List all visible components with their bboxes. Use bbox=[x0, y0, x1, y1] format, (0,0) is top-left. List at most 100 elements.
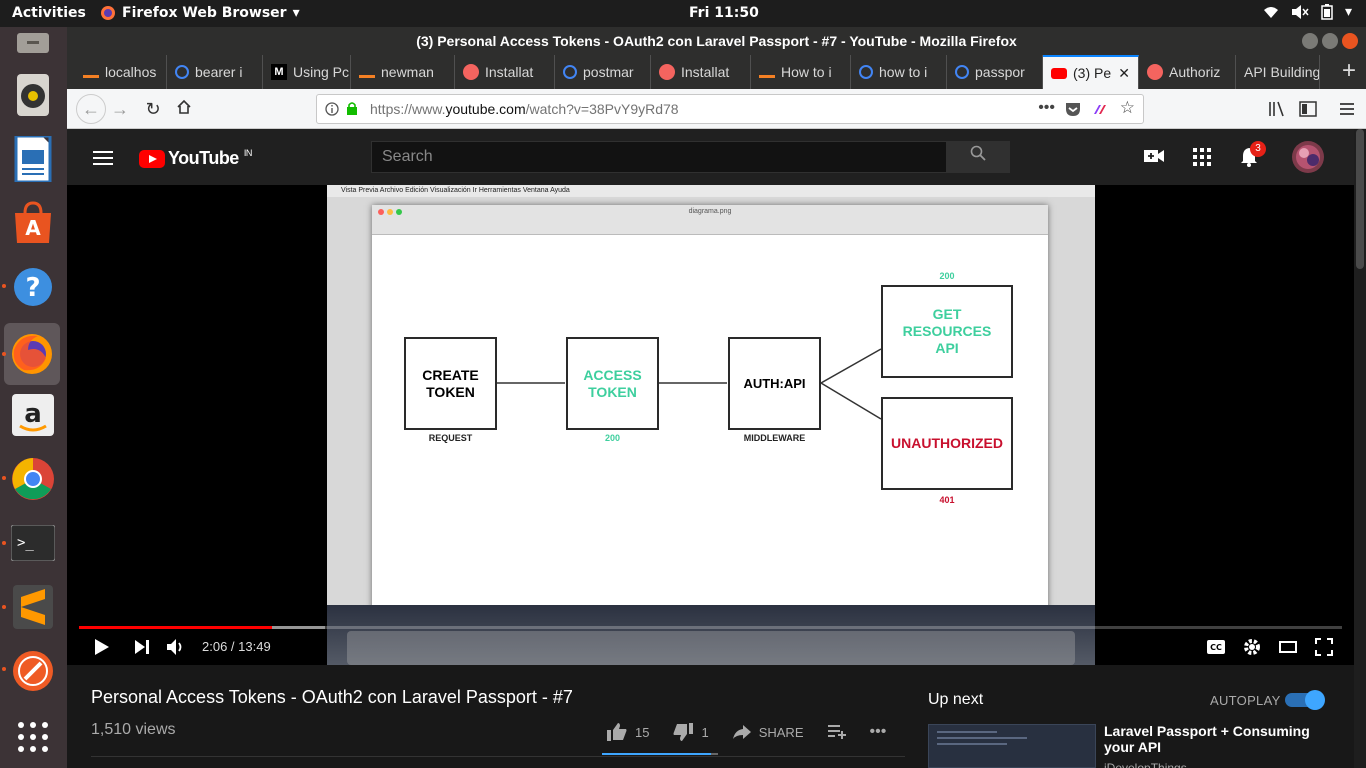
running-indicator bbox=[2, 605, 6, 609]
access-token-box: ACCESS TOKEN bbox=[566, 337, 659, 430]
google-icon bbox=[859, 65, 873, 79]
mute-button[interactable] bbox=[165, 637, 187, 657]
more-icon: ••• bbox=[869, 723, 887, 740]
avatar[interactable] bbox=[1292, 141, 1324, 173]
app-menu[interactable]: Firefox Web Browser ▾ bbox=[100, 5, 300, 21]
settings-button[interactable] bbox=[1241, 637, 1263, 657]
maximize-button[interactable] bbox=[1322, 33, 1338, 49]
chrome-launcher[interactable] bbox=[8, 453, 58, 505]
guide-menu-icon[interactable] bbox=[93, 150, 113, 166]
forward-button[interactable]: → bbox=[108, 97, 132, 121]
laravel-icon bbox=[1147, 64, 1163, 80]
page-scrollbar[interactable] bbox=[1354, 129, 1366, 768]
video-player[interactable]: Vista Previa Archivo Edición Visualizaci… bbox=[67, 185, 1354, 665]
new-tab-icon[interactable]: + bbox=[1342, 57, 1356, 85]
notification-badge: 3 bbox=[1250, 141, 1266, 157]
amazon-launcher[interactable]: a bbox=[8, 389, 58, 441]
youtube-logo[interactable]: YouTube IN bbox=[139, 148, 252, 169]
next-button[interactable] bbox=[131, 637, 153, 657]
postman-launcher[interactable] bbox=[8, 645, 58, 697]
close-button[interactable] bbox=[1342, 33, 1358, 49]
tab-1[interactable]: bearer i bbox=[167, 55, 263, 89]
home-icon bbox=[177, 99, 191, 114]
clock[interactable]: Fri 11:50 bbox=[689, 5, 759, 21]
rhythmbox-launcher[interactable] bbox=[8, 69, 58, 121]
chevron-down-icon: ▾ bbox=[1344, 4, 1352, 20]
sidebar-icon[interactable] bbox=[1299, 100, 1317, 118]
url-text: https://www.youtube.com/watch?v=38PvY9yR… bbox=[370, 101, 679, 117]
info-icon[interactable] bbox=[325, 102, 339, 116]
files-launcher[interactable] bbox=[8, 29, 58, 59]
tab-11[interactable]: Authoriz bbox=[1139, 55, 1236, 89]
back-button[interactable]: ← bbox=[76, 94, 106, 124]
pocket-icon[interactable] bbox=[1065, 102, 1081, 117]
apps-grid-icon[interactable] bbox=[1193, 148, 1211, 166]
tab-label: passpor bbox=[975, 64, 1025, 80]
library-icon[interactable] bbox=[1268, 100, 1286, 118]
sentiment-bar-dislike bbox=[711, 753, 718, 755]
tab-0[interactable]: localhos bbox=[75, 55, 167, 89]
tab-10[interactable]: (3) Pe ✕ bbox=[1043, 55, 1139, 89]
close-tab-icon[interactable]: ✕ bbox=[1118, 65, 1130, 82]
theater-mode-button[interactable] bbox=[1277, 637, 1299, 657]
sublime-launcher[interactable] bbox=[8, 581, 58, 633]
scrollbar-thumb[interactable] bbox=[1356, 129, 1364, 269]
fullscreen-button[interactable] bbox=[1313, 637, 1335, 657]
tab-12[interactable]: API Building bbox=[1236, 55, 1320, 89]
tab-label: how to i bbox=[879, 64, 928, 80]
tab-label: API Building bbox=[1244, 64, 1320, 80]
firefox-launcher[interactable] bbox=[4, 323, 60, 385]
play-button[interactable] bbox=[91, 637, 113, 657]
home-button[interactable] bbox=[172, 97, 196, 121]
tab-9[interactable]: passpor bbox=[947, 55, 1043, 89]
more-actions-button[interactable]: ••• bbox=[870, 723, 887, 741]
share-button[interactable]: SHARE bbox=[732, 725, 804, 740]
star-icon[interactable]: ☆ bbox=[1120, 98, 1135, 118]
arrow-right-icon: → bbox=[111, 99, 129, 119]
save-to-playlist-button[interactable] bbox=[827, 725, 846, 739]
next-video-thumbnail[interactable] bbox=[928, 724, 1096, 768]
amazon-icon: a bbox=[12, 394, 54, 436]
subtitles-button[interactable]: CC bbox=[1205, 637, 1227, 657]
laravel-icon bbox=[659, 64, 675, 80]
dislike-button[interactable]: 1 bbox=[673, 723, 709, 741]
minimize-button[interactable] bbox=[1302, 33, 1318, 49]
software-launcher[interactable]: A bbox=[8, 197, 58, 249]
terminal-launcher[interactable]: >_ bbox=[8, 517, 58, 569]
tab-7[interactable]: How to i bbox=[751, 55, 851, 89]
tab-8[interactable]: how to i bbox=[851, 55, 947, 89]
tab-6[interactable]: Installat bbox=[651, 55, 751, 89]
preview-window: diagrama.png CREATE TOKEN REQUEST ACCESS… bbox=[372, 205, 1048, 617]
volume-muted-icon bbox=[1291, 5, 1309, 19]
youtube-icon bbox=[1051, 67, 1067, 79]
page-actions-icon[interactable]: ••• bbox=[1038, 99, 1055, 117]
lock-icon[interactable] bbox=[346, 101, 358, 116]
help-launcher[interactable]: ? bbox=[8, 261, 58, 313]
tab-strip: localhos bearer i M Using Pc newman Installat… bbox=[67, 55, 1366, 89]
address-bar[interactable]: https://www.youtube.com/watch?v=38PvY9yR… bbox=[316, 94, 1144, 124]
tab-5[interactable]: postmar bbox=[555, 55, 651, 89]
activities-button[interactable]: Activities bbox=[12, 5, 86, 21]
search-input[interactable]: Search bbox=[371, 141, 947, 173]
tab-4[interactable]: Installat bbox=[455, 55, 555, 89]
notifications-button[interactable]: 3 bbox=[1240, 141, 1266, 169]
extension-icon[interactable] bbox=[1091, 102, 1107, 117]
reload-button[interactable]: ↻ bbox=[141, 97, 165, 121]
next-video-title[interactable]: Laravel Passport + Consuming your API bbox=[1104, 723, 1324, 755]
search-button[interactable] bbox=[946, 141, 1010, 173]
like-button[interactable]: 15 bbox=[607, 723, 649, 741]
divider bbox=[91, 756, 905, 757]
writer-launcher[interactable] bbox=[8, 133, 58, 185]
tab-2[interactable]: M Using Pc bbox=[263, 55, 351, 89]
autoplay-toggle[interactable] bbox=[1285, 690, 1325, 710]
create-video-icon[interactable] bbox=[1144, 148, 1164, 164]
show-applications-button[interactable] bbox=[8, 711, 58, 763]
system-tray[interactable]: ▾ bbox=[1263, 4, 1352, 20]
hamburger-menu-icon[interactable] bbox=[1338, 100, 1356, 118]
share-icon bbox=[732, 725, 751, 739]
tab-3[interactable]: newman bbox=[351, 55, 455, 89]
app-menu-label: Firefox Web Browser bbox=[122, 5, 287, 21]
search-placeholder: Search bbox=[382, 148, 433, 165]
video-actions: 15 1 SHARE ••• bbox=[607, 723, 910, 741]
youtube-play-icon bbox=[139, 149, 165, 168]
